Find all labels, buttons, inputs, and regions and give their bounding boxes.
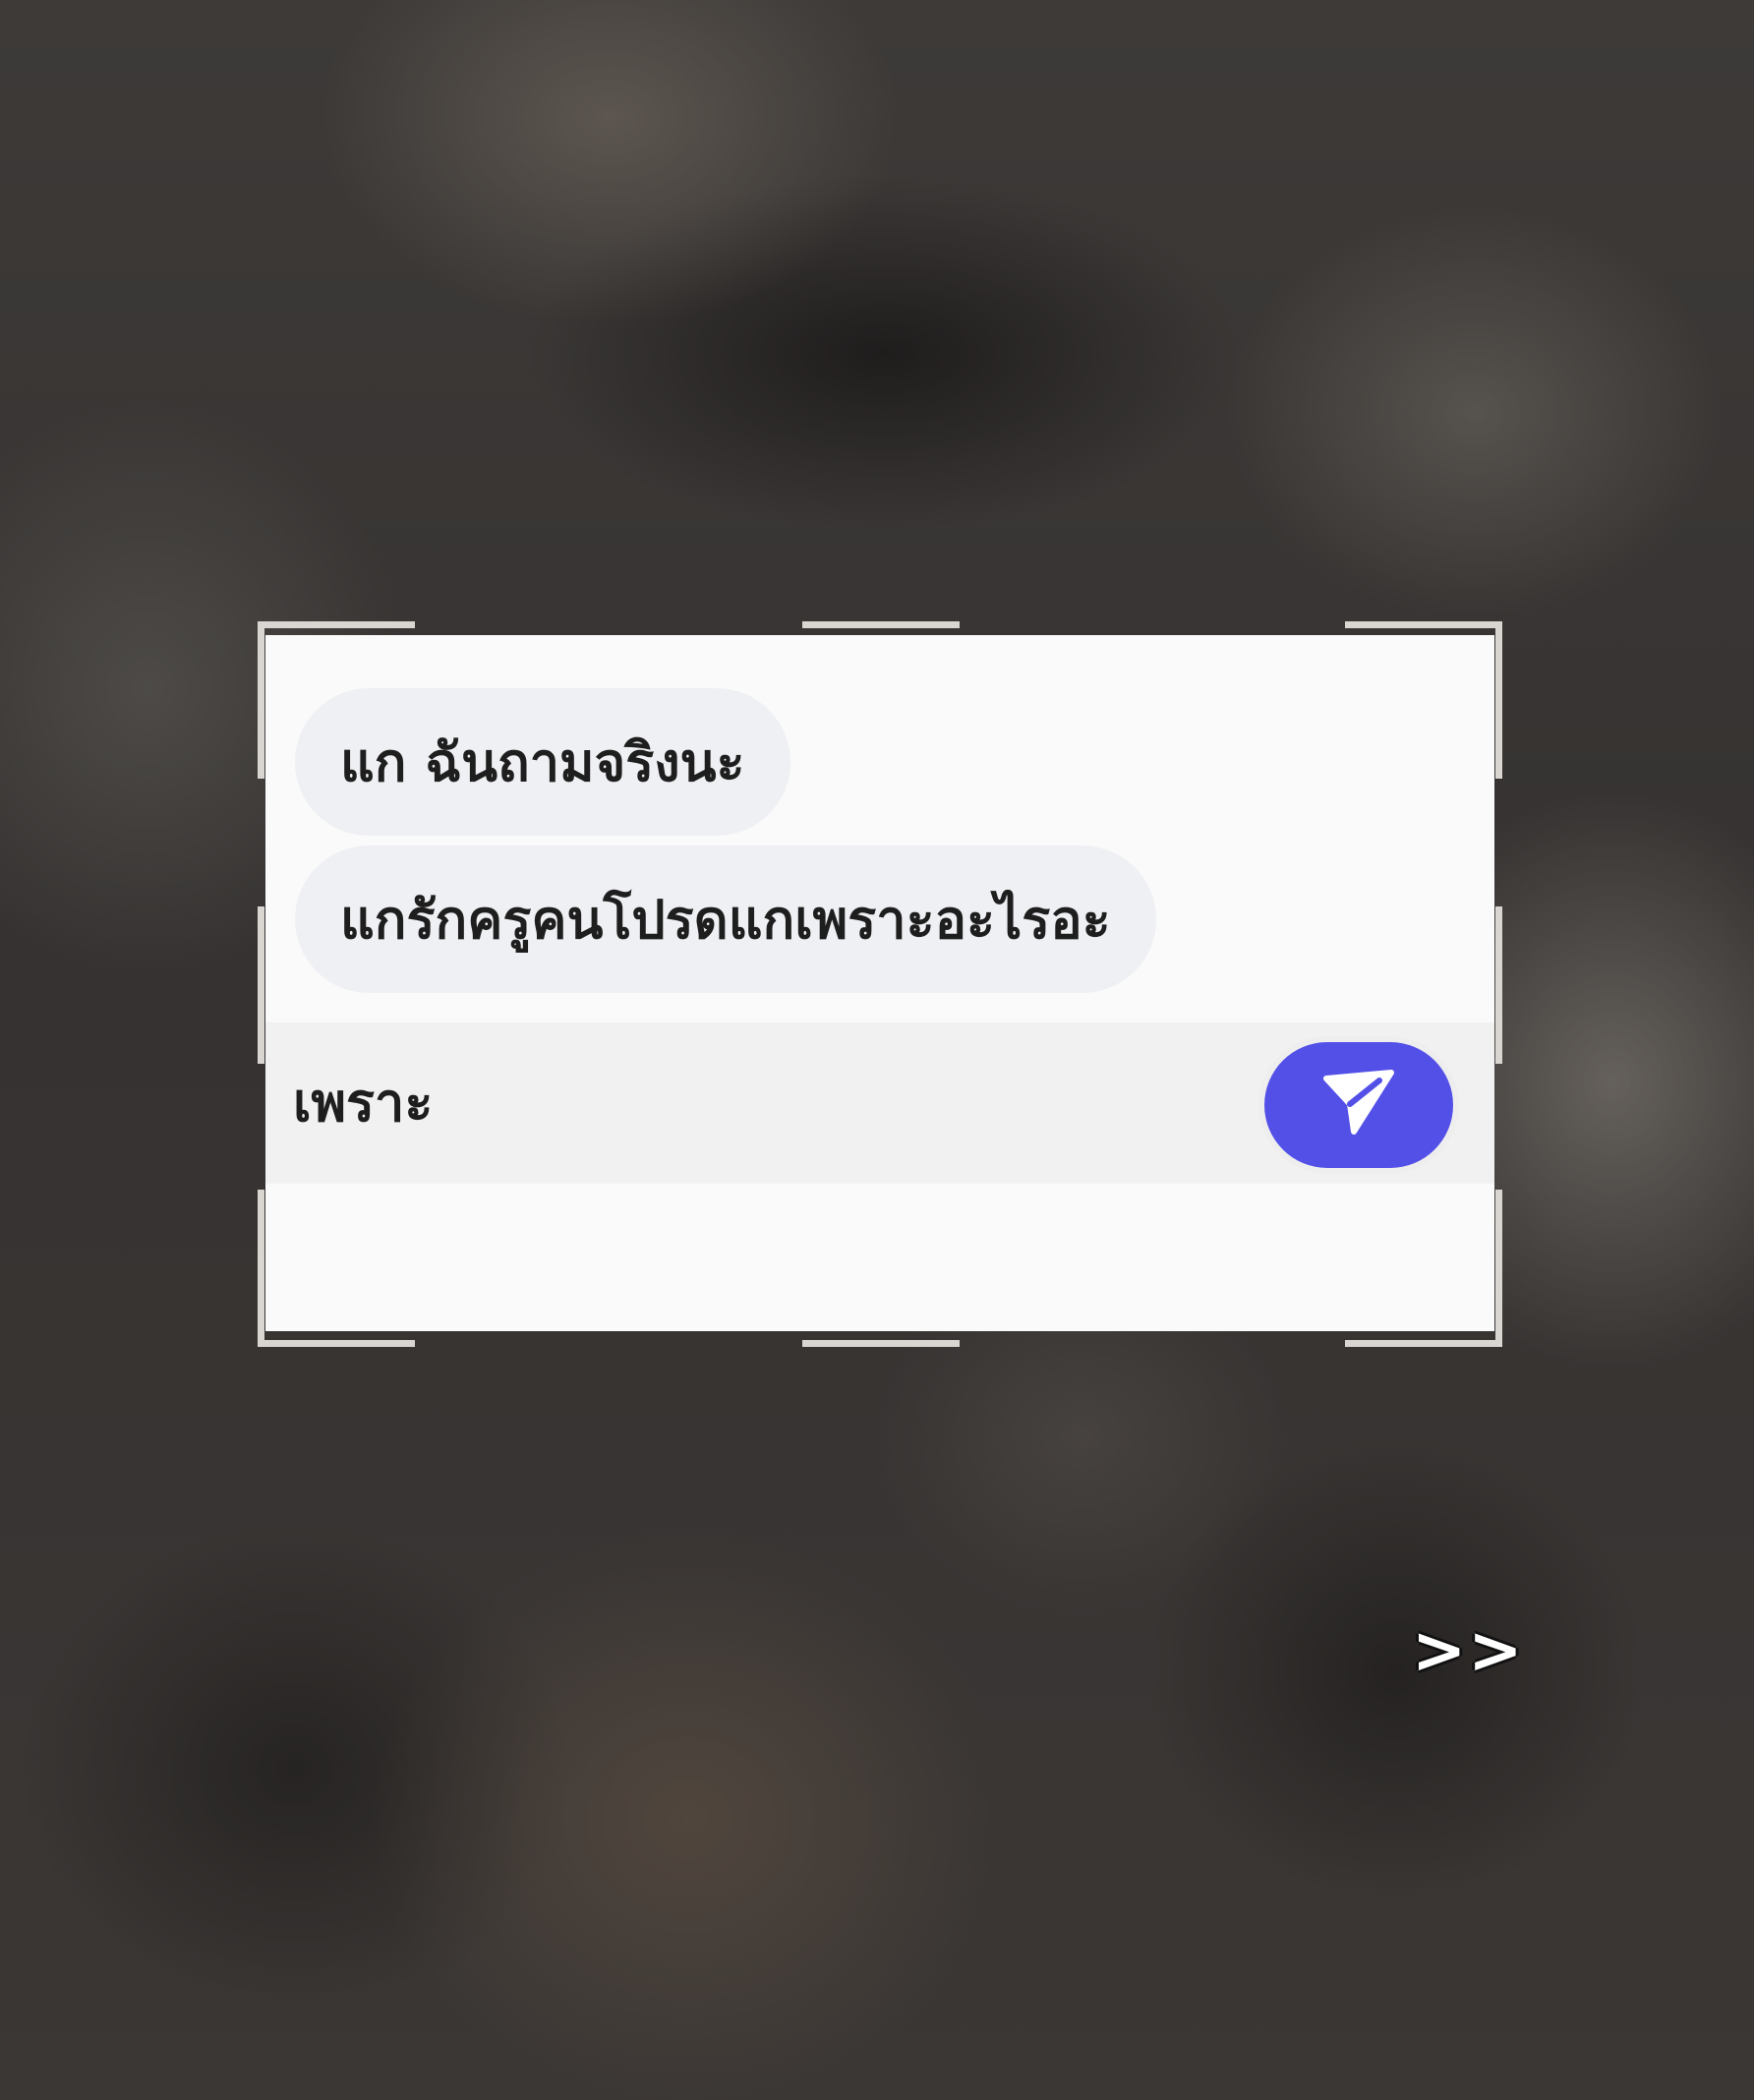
chat-card: แก ฉันถามจริงนะ แกรักครูคนโปรดแกเพราะอะไ… [265,635,1494,1331]
message-text: แก ฉันถามจริงนะ [340,731,745,793]
crop-handle-top-right[interactable] [1345,621,1502,628]
message-bubble: แกรักครูคนโปรดแกเพราะอะไรอะ [295,846,1156,993]
send-icon [1320,1069,1397,1141]
send-button[interactable] [1264,1042,1453,1168]
crop-handle-bottom[interactable] [802,1340,960,1347]
crop-handle-top-left[interactable] [258,621,415,628]
crop-handle-bottom-left-vertical[interactable] [258,1190,264,1347]
crop-handle-top-left-vertical[interactable] [258,621,264,779]
message-composer[interactable]: เพราะ [265,1022,1494,1184]
crop-handle-top[interactable] [802,621,960,628]
message-input[interactable]: เพราะ [293,1022,433,1184]
message-text: แกรักครูคนโปรดแกเพราะอะไรอะ [340,889,1111,951]
crop-handle-bottom-left[interactable] [258,1340,415,1347]
crop-handle-bottom-right-vertical[interactable] [1495,1190,1502,1347]
crop-handle-bottom-right[interactable] [1345,1340,1502,1347]
message-bubble: แก ฉันถามจริงนะ [295,688,790,836]
next-indicator[interactable]: >> [1412,1612,1525,1688]
crop-handle-top-right-vertical[interactable] [1495,621,1502,779]
crop-handle-right[interactable] [1495,906,1502,1064]
capture-frame: แก ฉันถามจริงนะ แกรักครูคนโปรดแกเพราะอะไ… [258,621,1502,1347]
crop-handle-left[interactable] [258,906,264,1064]
